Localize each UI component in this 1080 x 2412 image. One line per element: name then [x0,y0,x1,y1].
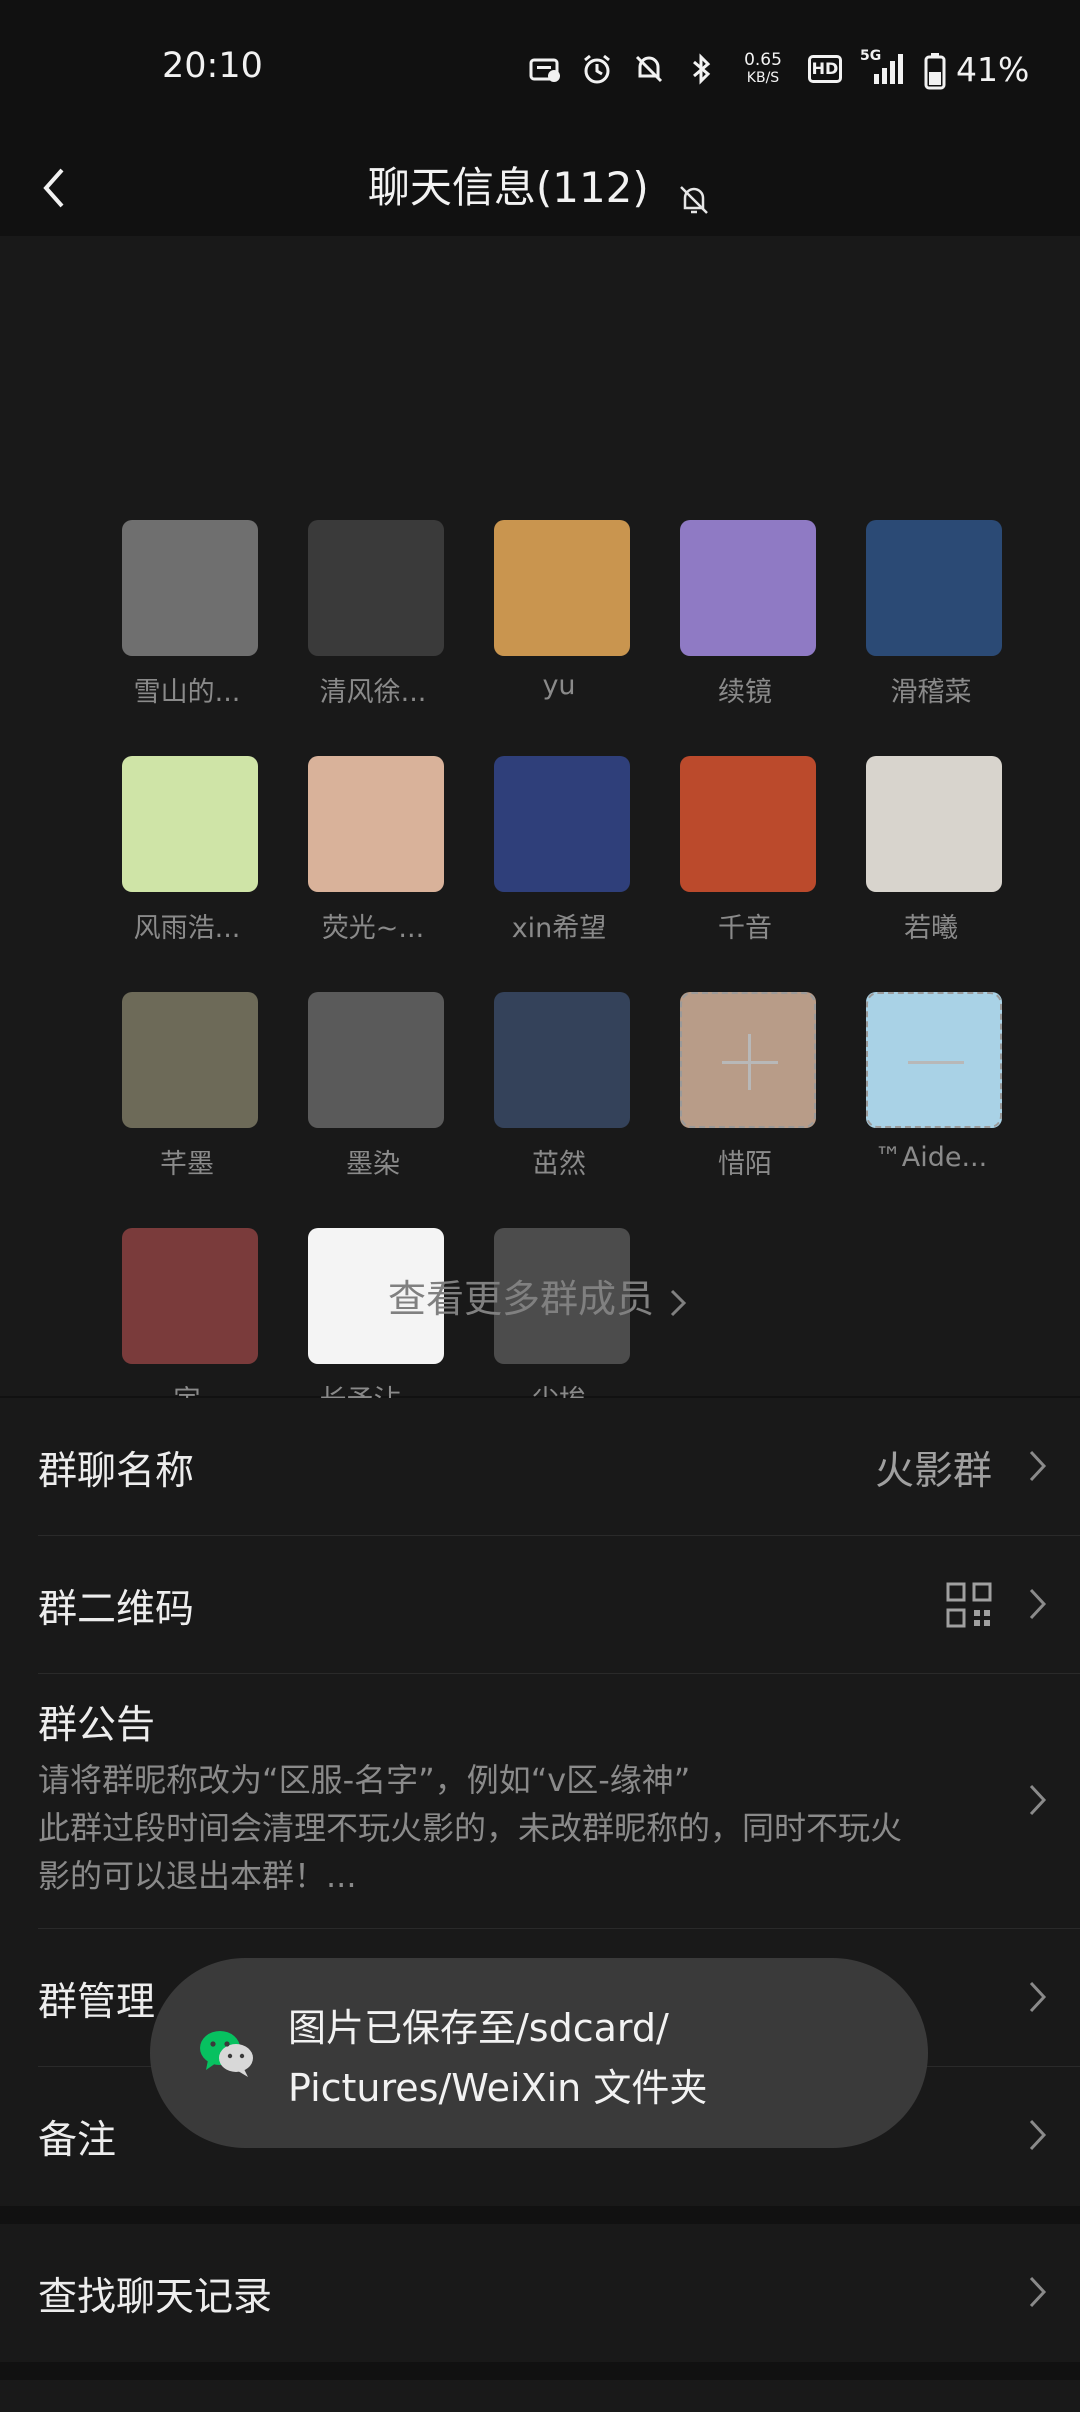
member-item[interactable]: 续镜 [652,472,838,708]
status-icons: 0.65 KB/S HD 5G 41% [528,48,1029,90]
top-bar: 聊天信息(112) [0,140,1080,236]
search-section: 查找聊天记录 [0,2224,1080,2362]
group-manage-label: 群管理 [38,1980,156,2025]
toast-line: Pictures/WeiXin 文件夹 [288,2066,708,2110]
member-grid: 雪山的... 清风徐... yu 续镜 滑稽菜风雨浩... 荧光~... xin希望 千音 若曦… [0,236,1080,1416]
view-more-members-label: 查看更多群成员 [387,1277,654,1321]
qr-code-label: 群二维码 [38,1587,195,1632]
chevron-right-icon [1022,1584,1052,1624]
status-bar: 20:10 0.65 KB/S HD 5G 41% [0,0,1080,140]
member-item[interactable]: 荧光~... [280,708,466,944]
group-notice-row[interactable]: 群公告 请将群昵称改为“区服-名字”，例如“v区-缘神” 此群过段时间会清理不玩… [0,1674,1080,1928]
toast-message: 图片已保存至/sdcard/ Pictures/WeiXin 文件夹 [288,1998,908,2118]
toast-line: 图片已保存至/sdcard/ [288,2006,669,2050]
member-name: xin希望 [511,913,607,944]
member-avatar [308,992,444,1128]
member-avatar [680,520,816,656]
member-avatar [866,756,1002,892]
search-history-row[interactable]: 查找聊天记录 [0,2224,1080,2362]
member-item[interactable]: 清风徐... [280,472,466,708]
net-speed-unit: KB/S [746,70,780,86]
member-avatar [494,992,630,1128]
muted-bell-icon [676,170,712,214]
message-icon [528,52,562,86]
member-name: 雪山的... [133,677,241,708]
bluetooth-icon [684,52,718,86]
remove-icon [866,992,1002,1128]
add-icon [680,992,816,1128]
group-notice-label: 群公告 [38,1703,156,1748]
member-name: 风雨浩... [133,913,241,944]
member-item[interactable]: 千音 [652,708,838,944]
remark-label: 备注 [38,2118,117,2163]
chevron-right-icon [664,1285,692,1319]
group-name-row[interactable]: 群聊名称 火影群 [0,1398,1080,1536]
member-item[interactable]: yu [466,472,652,701]
member-name: 茁然 [532,1149,586,1180]
view-more-members-link[interactable]: 查看更多群成员 [0,1268,1080,1323]
member-name: 千音 [718,913,772,944]
notice-line: 此群过段时间会清理不玩火影的，未改群昵称的，同时不玩火 [38,1809,903,1847]
chevron-right-icon [1022,2272,1052,2312]
member-avatar [866,520,1002,656]
member-avatar [122,992,258,1128]
net-speed: 0.65 KB/S [736,51,790,87]
chevron-right-icon [1022,1780,1052,1820]
member-avatar [494,756,630,892]
member-item[interactable]: xin希望 [466,708,652,944]
member-item[interactable]: 风雨浩... [94,708,280,944]
signal-label: 5G [860,48,882,64]
alarm-icon [580,52,614,86]
member-name: 墨染 [346,1149,400,1180]
page-title-wrap: 聊天信息(112) [0,154,1080,222]
remove-member-button[interactable] [838,944,1024,1154]
member-avatar [122,520,258,656]
qr-code-row[interactable]: 群二维码 [0,1536,1080,1674]
battery-icon [924,52,946,90]
member-avatar [680,756,816,892]
chevron-right-icon [1022,2115,1052,2155]
save-toast: 图片已保存至/sdcard/ Pictures/WeiXin 文件夹 [150,1958,928,2148]
group-name-label: 群聊名称 [38,1449,195,1494]
add-member-button[interactable] [652,944,838,1154]
notice-line: 请将群昵称改为“区服-名字”，例如“v区-缘神” [38,1761,691,1799]
mute-icon [632,52,666,86]
member-avatar [494,520,630,656]
member-name: 荧光~... [321,913,425,944]
hd-label: HD [811,59,839,78]
member-avatar [308,520,444,656]
member-name: 滑稽菜 [890,677,972,708]
member-item[interactable]: 滑稽菜 [838,472,1024,708]
wechat-icon [198,2026,256,2080]
search-history-label: 查找聊天记录 [38,2275,273,2320]
member-item[interactable]: 墨染 [280,944,466,1180]
member-item[interactable]: 若曦 [838,708,1024,944]
battery-percentage: 41% [956,49,1030,89]
chevron-right-icon [1022,1977,1052,2017]
member-name: 芊墨 [160,1149,214,1180]
member-avatar [308,756,444,892]
member-name: yu [542,670,576,701]
group-notice-text: 请将群昵称改为“区服-名字”，例如“v区-缘神” 此群过段时间会清理不玩火影的，… [38,1756,998,1900]
member-item[interactable]: 芊墨 [94,944,280,1180]
signal-icon: 5G [860,48,906,86]
member-item[interactable]: 雪山的... [94,472,280,708]
next-section [0,2380,1080,2412]
qr-code-icon [946,1582,992,1628]
member-item[interactable]: 茁然 [466,944,652,1180]
notice-line: 影的可以退出本群！... [38,1857,357,1895]
member-name: 清风徐... [319,677,427,708]
net-speed-value: 0.65 [744,50,782,70]
group-name-value: 火影群 [874,1449,992,1494]
member-name: 若曦 [904,913,958,944]
hd-icon: HD [808,55,842,83]
page-title: 聊天信息(112) [367,163,649,212]
chevron-right-icon [1022,1446,1052,1486]
member-avatar [122,756,258,892]
status-time: 20:10 [162,46,263,86]
member-name: 续镜 [718,677,772,708]
